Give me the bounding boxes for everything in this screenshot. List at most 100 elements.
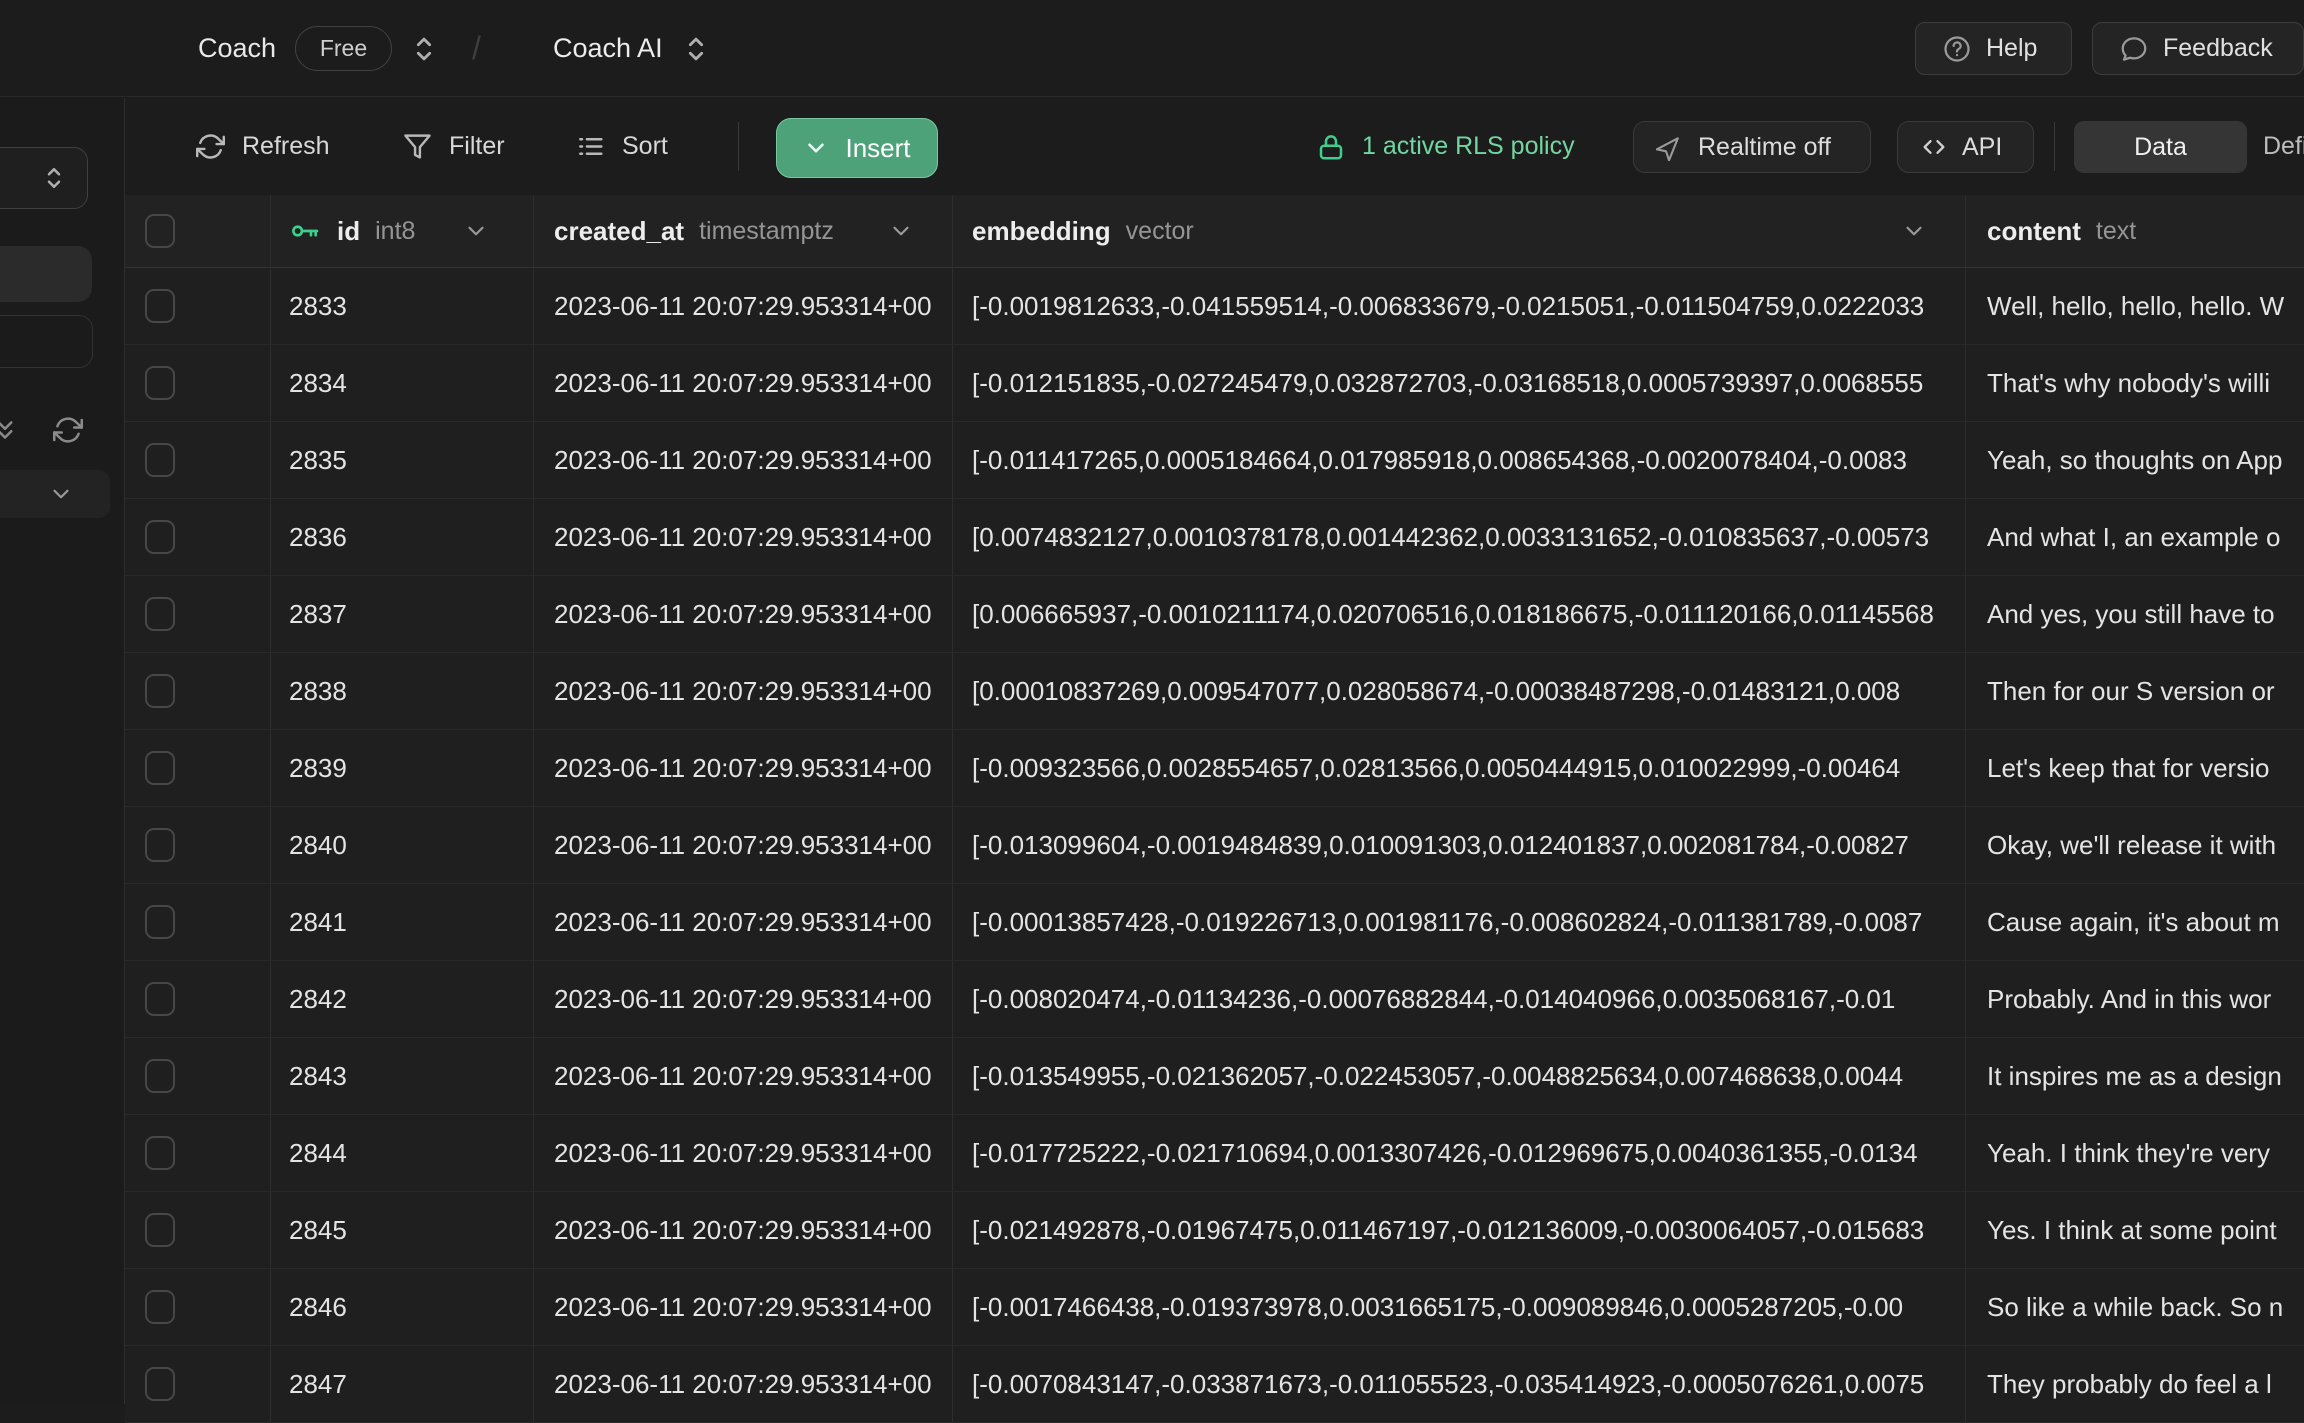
cell-content-wrap[interactable]: Cause again, it's about m (1966, 884, 2304, 961)
cell-id-wrap[interactable]: 2836 (271, 499, 534, 576)
cell-embedding-wrap[interactable]: [-0.012151835,-0.027245479,0.032872703,-… (953, 345, 1966, 422)
row-checkbox[interactable] (145, 289, 175, 323)
cell-embedding-wrap[interactable]: [-0.013549955,-0.021362057,-0.022453057,… (953, 1038, 1966, 1115)
cell-content-wrap[interactable]: Well, hello, hello, hello. W (1966, 268, 2304, 345)
cell-embedding-wrap[interactable]: [-0.0019812633,-0.041559514,-0.006833679… (953, 268, 1966, 345)
cell-created-at-wrap[interactable]: 2023-06-11 20:07:29.953314+00 (534, 1346, 953, 1423)
cell-embedding-wrap[interactable]: [0.0074832127,0.0010378178,0.001442362,0… (953, 499, 1966, 576)
cell-id-wrap[interactable]: 2838 (271, 653, 534, 730)
cell-created-at-wrap[interactable]: 2023-06-11 20:07:29.953314+00 (534, 884, 953, 961)
row-checkbox[interactable] (145, 1136, 175, 1170)
help-button[interactable]: Help (1915, 22, 2072, 75)
sidebar-item[interactable] (0, 315, 93, 368)
cell-embedding-wrap[interactable]: [-0.0070843147,-0.033871673,-0.011055523… (953, 1346, 1966, 1423)
cell-id-wrap[interactable]: 2840 (271, 807, 534, 884)
sort-button[interactable]: Sort (576, 98, 668, 195)
cell-content-wrap[interactable]: Then for our S version or (1966, 653, 2304, 730)
cell-created-at-wrap[interactable]: 2023-06-11 20:07:29.953314+00 (534, 422, 953, 499)
feedback-button[interactable]: Feedback (2092, 22, 2304, 75)
cell-created-at-wrap[interactable]: 2023-06-11 20:07:29.953314+00 (534, 499, 953, 576)
cell-id-wrap[interactable]: 2841 (271, 884, 534, 961)
cell-embedding-wrap[interactable]: [0.00010837269,0.009547077,0.028058674,-… (953, 653, 1966, 730)
cell-embedding-wrap[interactable]: [-0.0017466438,-0.019373978,0.0031665175… (953, 1269, 1966, 1346)
cell-content-wrap[interactable]: That's why nobody's willi (1966, 345, 2304, 422)
filter-button[interactable]: Filter (403, 98, 505, 195)
header-content[interactable]: content text (1966, 195, 2304, 268)
cell-created-at-wrap[interactable]: 2023-06-11 20:07:29.953314+00 (534, 730, 953, 807)
cell-content-wrap[interactable]: And what I, an example o (1966, 499, 2304, 576)
cell-content-wrap[interactable]: Probably. And in this wor (1966, 961, 2304, 1038)
api-button[interactable]: API (1897, 121, 2034, 173)
schema-select[interactable] (0, 147, 88, 209)
header-embedding[interactable]: embedding vector (953, 195, 1966, 268)
cell-id-wrap[interactable]: 2833 (271, 268, 534, 345)
row-checkbox[interactable] (145, 443, 175, 477)
tab-data[interactable]: Data (2074, 121, 2247, 173)
cell-created-at-wrap[interactable]: 2023-06-11 20:07:29.953314+00 (534, 1115, 953, 1192)
cell-id-wrap[interactable]: 2842 (271, 961, 534, 1038)
cell-content-wrap[interactable]: It inspires me as a design (1966, 1038, 2304, 1115)
cell-embedding-wrap[interactable]: [-0.011417265,0.0005184664,0.017985918,0… (953, 422, 1966, 499)
realtime-toggle-button[interactable]: Realtime off (1633, 121, 1871, 173)
cell-embedding-wrap[interactable]: [-0.017725222,-0.021710694,0.0013307426,… (953, 1115, 1966, 1192)
cell-id-wrap[interactable]: 2847 (271, 1346, 534, 1423)
cell-created-at-wrap[interactable]: 2023-06-11 20:07:29.953314+00 (534, 576, 953, 653)
cell-embedding-wrap[interactable]: [-0.00013857428,-0.019226713,0.001981176… (953, 884, 1966, 961)
cell-embedding-wrap[interactable]: [0.006665937,-0.0010211174,0.020706516,0… (953, 576, 1966, 653)
cell-embedding-wrap[interactable]: [-0.009323566,0.0028554657,0.02813566,0.… (953, 730, 1966, 807)
chevrons-double-down-icon[interactable] (0, 415, 20, 445)
cell-created-at-wrap[interactable]: 2023-06-11 20:07:29.953314+00 (534, 1192, 953, 1269)
row-checkbox[interactable] (145, 751, 175, 785)
row-checkbox[interactable] (145, 828, 175, 862)
cell-id-wrap[interactable]: 2843 (271, 1038, 534, 1115)
row-checkbox[interactable] (145, 905, 175, 939)
row-checkbox[interactable] (145, 674, 175, 708)
entity-switcher-icon[interactable] (679, 0, 713, 97)
cell-content-wrap[interactable]: Yeah. I think they're very (1966, 1115, 2304, 1192)
breadcrumb-entity[interactable]: Coach AI (553, 0, 663, 97)
cell-created-at-wrap[interactable]: 2023-06-11 20:07:29.953314+00 (534, 268, 953, 345)
select-all-checkbox[interactable] (145, 214, 175, 248)
cell-id-wrap[interactable]: 2837 (271, 576, 534, 653)
row-checkbox[interactable] (145, 1367, 175, 1401)
rls-policy-link[interactable]: 1 active RLS policy (1316, 98, 1575, 195)
header-id[interactable]: id int8 (271, 195, 534, 268)
cell-content-wrap[interactable]: Let's keep that for versio (1966, 730, 2304, 807)
row-checkbox[interactable] (145, 982, 175, 1016)
cell-created-at-wrap[interactable]: 2023-06-11 20:07:29.953314+00 (534, 961, 953, 1038)
column-menu-icon[interactable] (888, 218, 914, 244)
insert-button[interactable]: Insert (776, 118, 938, 178)
cell-id-wrap[interactable]: 2835 (271, 422, 534, 499)
cell-id-wrap[interactable]: 2845 (271, 1192, 534, 1269)
row-checkbox[interactable] (145, 1290, 175, 1324)
cell-content-wrap[interactable]: So like a while back. So n (1966, 1269, 2304, 1346)
cell-content-wrap[interactable]: Yes. I think at some point (1966, 1192, 2304, 1269)
cell-created-at-wrap[interactable]: 2023-06-11 20:07:29.953314+00 (534, 807, 953, 884)
cell-id-wrap[interactable]: 2839 (271, 730, 534, 807)
cell-embedding-wrap[interactable]: [-0.021492878,-0.01967475,0.011467197,-0… (953, 1192, 1966, 1269)
cell-id-wrap[interactable]: 2834 (271, 345, 534, 422)
cell-id-wrap[interactable]: 2846 (271, 1269, 534, 1346)
row-checkbox[interactable] (145, 1059, 175, 1093)
cell-id-wrap[interactable]: 2844 (271, 1115, 534, 1192)
plan-badge[interactable]: Free (295, 26, 392, 71)
cell-content-wrap[interactable]: Okay, we'll release it with (1966, 807, 2304, 884)
row-checkbox[interactable] (145, 520, 175, 554)
sidebar-item-selected[interactable] (0, 246, 92, 302)
cell-content-wrap[interactable]: And yes, you still have to (1966, 576, 2304, 653)
row-checkbox[interactable] (145, 366, 175, 400)
cell-created-at-wrap[interactable]: 2023-06-11 20:07:29.953314+00 (534, 1038, 953, 1115)
tab-definition[interactable]: Definition (2263, 98, 2304, 195)
header-created-at[interactable]: created_at timestamptz (534, 195, 953, 268)
sidebar-refresh-icon[interactable] (53, 415, 83, 445)
cell-created-at-wrap[interactable]: 2023-06-11 20:07:29.953314+00 (534, 1269, 953, 1346)
breadcrumb-project[interactable]: Coach (198, 0, 276, 97)
cell-content-wrap[interactable]: Yeah, so thoughts on App (1966, 422, 2304, 499)
row-checkbox[interactable] (145, 597, 175, 631)
refresh-button[interactable]: Refresh (196, 98, 330, 195)
column-menu-icon[interactable] (1901, 218, 1927, 244)
cell-created-at-wrap[interactable]: 2023-06-11 20:07:29.953314+00 (534, 653, 953, 730)
column-menu-icon[interactable] (463, 218, 489, 244)
row-checkbox[interactable] (145, 1213, 175, 1247)
cell-embedding-wrap[interactable]: [-0.008020474,-0.01134236,-0.00076882844… (953, 961, 1966, 1038)
